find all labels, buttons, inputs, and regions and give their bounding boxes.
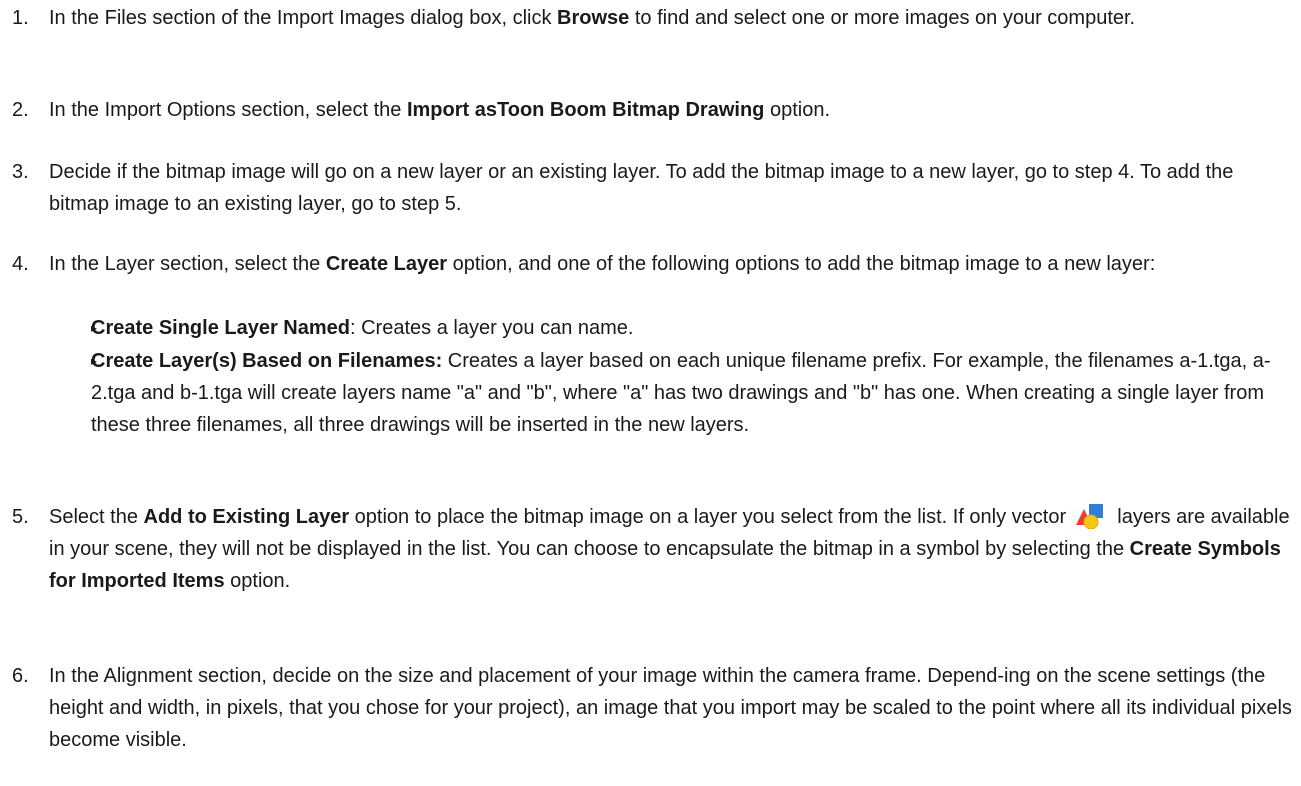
step-number: 5.: [12, 506, 29, 528]
step-number: 1.: [12, 7, 29, 29]
step-text-part: In the Import Options section, select th…: [49, 99, 407, 121]
ui-term-single-layer: Create Single Layer Named: [91, 317, 350, 339]
bullet-text-part: : Creates a layer you can name.: [350, 317, 634, 339]
bullet-text: Create Layer(s) Based on Filenames: Crea…: [91, 345, 1295, 441]
bullet-text: Create Single Layer Named: Creates a lay…: [91, 312, 1295, 344]
step-text: In the Import Options section, select th…: [49, 94, 1295, 126]
step-number: 3.: [12, 161, 29, 183]
step-text: In the Layer section, select the Create …: [49, 248, 1295, 280]
document: 1. In the Files section of the Import Im…: [0, 0, 1301, 786]
step-number: 4.: [12, 253, 29, 275]
step-text: Select the Add to Existing Layer option …: [49, 501, 1295, 597]
step-number: 2.: [12, 99, 29, 121]
vector-layer-icon: [1074, 501, 1110, 530]
step-text-part: In the Layer section, select the: [49, 253, 326, 275]
step-text-part: option to place the bitmap image on a la…: [349, 506, 1072, 528]
ui-term-layers-filenames: Create Layer(s) Based on Filenames:: [91, 350, 443, 372]
ui-term-create-layer: Create Layer: [325, 253, 448, 275]
step-text-part: option.: [764, 99, 830, 121]
step-text: In the Alignment section, decide on the …: [49, 665, 1292, 751]
ui-term-browse: Browse: [557, 7, 630, 29]
ui-term-import-option: Import asToon Boom Bitmap Drawing: [406, 99, 765, 121]
step-text-part: to find and select one or more images on…: [629, 7, 1136, 29]
step-text: Decide if the bitmap image will go on a …: [49, 161, 1234, 215]
ui-term-existing-layer: Add to Existing Layer: [143, 506, 350, 528]
step-text: In the Files section of the Import Image…: [49, 2, 1295, 34]
step-text-part: option, and one of the following options…: [447, 253, 1156, 275]
step-text-part: option.: [224, 570, 291, 592]
step-text-part: Select the: [49, 506, 144, 528]
step-text-part: In the Files section of the Import Image…: [49, 7, 558, 29]
step-number: 6.: [12, 665, 29, 687]
